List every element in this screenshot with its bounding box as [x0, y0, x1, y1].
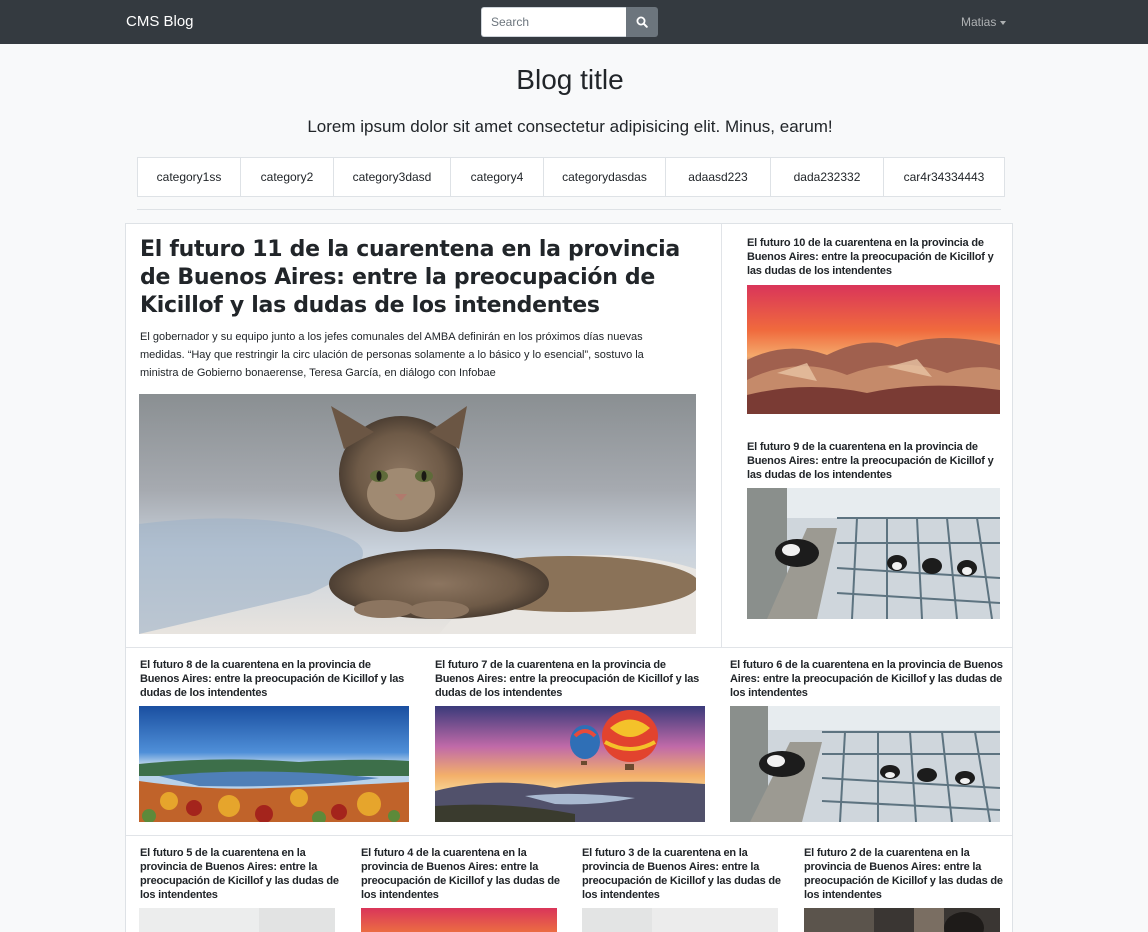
- post-image[interactable]: [139, 706, 409, 822]
- category-link[interactable]: category4: [450, 157, 544, 197]
- post-title[interactable]: El futuro 3 de la cuarentena en la provi…: [582, 846, 782, 902]
- divider: [721, 224, 722, 647]
- post-title[interactable]: El futuro 4 de la cuarentena en la provi…: [361, 846, 561, 902]
- user-name: Matias: [961, 15, 997, 29]
- divider: [137, 209, 1001, 210]
- post-image[interactable]: [361, 908, 557, 932]
- caret-down-icon: [1000, 20, 1007, 25]
- user-dropdown[interactable]: Matias: [961, 14, 1007, 30]
- hot-air-balloons: [435, 706, 705, 822]
- post-title[interactable]: El futuro 10 de la cuarentena en la prov…: [747, 236, 1005, 278]
- search-button[interactable]: [626, 7, 658, 37]
- post-title[interactable]: El futuro 9 de la cuarentena en la provi…: [747, 440, 1005, 482]
- canyon-sunset: [747, 285, 1000, 414]
- white-blur: [582, 908, 778, 932]
- post-title[interactable]: El futuro 5 de la cuarentena en la provi…: [140, 846, 340, 902]
- category-nav: category1ss category2 category3dasd cate…: [137, 157, 1005, 197]
- white-blur: [139, 908, 335, 932]
- dairy-cows: [747, 488, 1000, 619]
- featured-post-title[interactable]: El futuro 11 de la cuarentena en la prov…: [140, 236, 700, 320]
- divider: [126, 835, 1012, 836]
- search-input[interactable]: [481, 7, 626, 37]
- post-title[interactable]: El futuro 6 de la cuarentena en la provi…: [730, 658, 1005, 700]
- posts-grid: El futuro 11 de la cuarentena en la prov…: [125, 223, 1013, 932]
- post-image[interactable]: [804, 908, 1000, 932]
- post-image[interactable]: [139, 908, 335, 932]
- post-image[interactable]: [435, 706, 705, 822]
- post-title[interactable]: El futuro 7 de la cuarentena en la provi…: [435, 658, 705, 700]
- post-title[interactable]: El futuro 8 de la cuarentena en la provi…: [140, 658, 410, 700]
- category-link[interactable]: dada232332: [770, 157, 884, 197]
- navbar: CMS Blog Matias: [0, 0, 1148, 44]
- post-image[interactable]: [747, 285, 1000, 414]
- blog-title: Blog title: [516, 64, 624, 95]
- search-form: [481, 7, 658, 37]
- search-icon: [636, 16, 648, 28]
- cat-photo: [139, 394, 696, 634]
- canyon-sunset: [361, 908, 557, 932]
- featured-post-excerpt: El gobernador y su equipo junto a los je…: [140, 331, 644, 379]
- dark-portrait: [804, 908, 1000, 932]
- category-link[interactable]: car4r34334443: [883, 157, 1005, 197]
- category-link[interactable]: categorydasdas: [543, 157, 666, 197]
- divider: [126, 647, 1012, 648]
- post-title[interactable]: El futuro 2 de la cuarentena en la provi…: [804, 846, 1004, 902]
- dairy-cows: [730, 706, 1000, 822]
- post-image[interactable]: [730, 706, 1000, 822]
- category-link[interactable]: category1ss: [137, 157, 241, 197]
- brand-link[interactable]: CMS Blog: [126, 12, 194, 32]
- post-image[interactable]: [747, 488, 1000, 619]
- blog-subtitle: Lorem ipsum dolor sit amet consectetur a…: [307, 117, 833, 136]
- post-image[interactable]: [582, 908, 778, 932]
- featured-post-image[interactable]: [139, 394, 696, 634]
- category-link[interactable]: category3dasd: [333, 157, 451, 197]
- autumn-lake: [139, 706, 409, 822]
- category-link[interactable]: adaasd223: [665, 157, 771, 197]
- category-link[interactable]: category2: [240, 157, 334, 197]
